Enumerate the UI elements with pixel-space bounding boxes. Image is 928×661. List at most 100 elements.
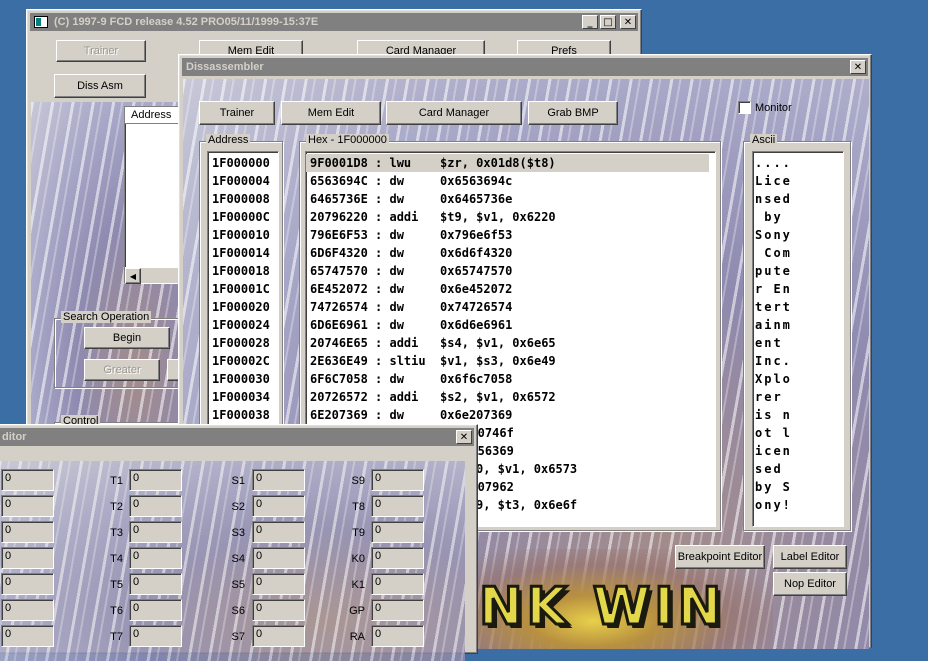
address-scrollbar[interactable]: ◀: [125, 267, 185, 284]
ascii-row[interactable]: Com: [753, 244, 843, 262]
hex-row[interactable]: 6563694C : dw 0x6563694c: [306, 172, 715, 190]
address-row[interactable]: 1F000034: [208, 388, 278, 406]
register-value-field[interactable]: 0: [1, 469, 54, 491]
disassembler-titlebar[interactable]: Dissassembler ✕: [182, 58, 868, 76]
register-value-field[interactable]: 0: [129, 469, 182, 491]
register-value-field[interactable]: 0: [1, 547, 54, 569]
hex-row[interactable]: 2E636E49 : sltiu $v1, $s3, 0x6e49: [306, 352, 715, 370]
ascii-row[interactable]: Sony: [753, 226, 843, 244]
register-value-field[interactable]: 0: [1, 573, 54, 595]
address-row[interactable]: 1F000010: [208, 226, 278, 244]
main-window-titlebar[interactable]: (C) 1997-9 FCD release 4.52 PRO05/11/199…: [30, 13, 638, 31]
scroll-left-button[interactable]: ◀: [125, 268, 141, 284]
minimize-button[interactable]: _: [582, 15, 598, 29]
address-row[interactable]: 1F00001C: [208, 280, 278, 298]
diss-asm-button[interactable]: Diss Asm: [54, 74, 146, 98]
dis-mem-edit-button[interactable]: Mem Edit: [281, 101, 381, 125]
address-row[interactable]: 1F000014: [208, 244, 278, 262]
ascii-row[interactable]: rer: [753, 388, 843, 406]
address-row[interactable]: 1F00002C: [208, 352, 278, 370]
register-value-field[interactable]: 0: [252, 547, 305, 569]
register-value-field[interactable]: 0: [129, 573, 182, 595]
ascii-row[interactable]: by S: [753, 478, 843, 496]
breakpoint-editor-button[interactable]: Breakpoint Editor: [675, 545, 765, 569]
register-value-field[interactable]: 0: [129, 625, 182, 647]
register-value-field[interactable]: 0: [252, 521, 305, 543]
hex-row[interactable]: 6D6F4320 : dw 0x6d6f4320: [306, 244, 715, 262]
ascii-row[interactable]: ainm: [753, 316, 843, 334]
close-button[interactable]: ✕: [620, 15, 636, 29]
register-value-field[interactable]: 0: [252, 625, 305, 647]
ascii-row[interactable]: nsed: [753, 190, 843, 208]
address-row[interactable]: 1F000020: [208, 298, 278, 316]
address-list[interactable]: Address ◀: [124, 106, 186, 284]
address-row[interactable]: 1F000028: [208, 334, 278, 352]
register-value-field[interactable]: 0: [1, 495, 54, 517]
monitor-checkbox[interactable]: Monitor: [738, 101, 792, 114]
address-row[interactable]: 1F000008: [208, 190, 278, 208]
address-row[interactable]: 1F00000C: [208, 208, 278, 226]
register-value-field[interactable]: 0: [129, 547, 182, 569]
hex-row[interactable]: 74726574 : dw 0x74726574: [306, 298, 715, 316]
dis-trainer-button[interactable]: Trainer: [199, 101, 275, 125]
ascii-row[interactable]: pute: [753, 262, 843, 280]
address-row[interactable]: 1F000038: [208, 406, 278, 424]
register-value-field[interactable]: 0: [252, 573, 305, 595]
address-row[interactable]: 1F000000: [208, 154, 278, 172]
address-row[interactable]: 1F000004: [208, 172, 278, 190]
hex-row[interactable]: 6D6E6961 : dw 0x6d6e6961: [306, 316, 715, 334]
ascii-row[interactable]: icen: [753, 442, 843, 460]
ascii-row[interactable]: Lice: [753, 172, 843, 190]
register-value-field[interactable]: 0: [371, 599, 424, 621]
hex-row[interactable]: 20796220 : addi $t9, $v1, 0x6220: [306, 208, 715, 226]
register-value-field[interactable]: 0: [371, 521, 424, 543]
register-value-field[interactable]: 0: [252, 469, 305, 491]
register-value-field[interactable]: 0: [371, 625, 424, 647]
register-value-field[interactable]: 0: [371, 495, 424, 517]
monitor-checkbox-box[interactable]: [738, 101, 751, 114]
trainer-button[interactable]: Trainer: [56, 40, 146, 62]
ascii-row[interactable]: r En: [753, 280, 843, 298]
ascii-row[interactable]: ent: [753, 334, 843, 352]
register-editor-close-button[interactable]: ✕: [456, 430, 472, 444]
register-value-field[interactable]: 0: [129, 521, 182, 543]
ascii-row[interactable]: ot l: [753, 424, 843, 442]
hex-row[interactable]: 6E207369 : dw 0x6e207369: [306, 406, 715, 424]
register-value-field[interactable]: 0: [129, 599, 182, 621]
register-value-field[interactable]: 0: [252, 495, 305, 517]
nop-editor-button[interactable]: Nop Editor: [773, 572, 847, 596]
ascii-row[interactable]: Xplo: [753, 370, 843, 388]
ascii-row[interactable]: ....: [753, 154, 843, 172]
disassembler-close-button[interactable]: ✕: [850, 60, 866, 74]
address-row[interactable]: 1F000030: [208, 370, 278, 388]
hex-row[interactable]: 20746E65 : addi $s4, $v1, 0x6e65: [306, 334, 715, 352]
greater-button[interactable]: Greater: [84, 359, 160, 381]
hex-row[interactable]: 65747570 : dw 0x65747570: [306, 262, 715, 280]
hex-row[interactable]: 6465736E : dw 0x6465736e: [306, 190, 715, 208]
ascii-listing[interactable]: .... Lice nsed by Sony Com pute r En tert ainm…: [752, 151, 844, 527]
register-value-field[interactable]: 0: [1, 625, 54, 647]
ascii-row[interactable]: tert: [753, 298, 843, 316]
ascii-row[interactable]: by: [753, 208, 843, 226]
register-value-field[interactable]: 0: [129, 495, 182, 517]
hex-row[interactable]: 6E452072 : dw 0x6e452072: [306, 280, 715, 298]
register-value-field[interactable]: 0: [1, 521, 54, 543]
ascii-row[interactable]: sed: [753, 460, 843, 478]
register-editor-titlebar[interactable]: ditor ✕: [0, 428, 474, 446]
hex-row[interactable]: 796E6F53 : dw 0x796e6f53: [306, 226, 715, 244]
register-value-field[interactable]: 0: [252, 599, 305, 621]
address-row[interactable]: 1F000024: [208, 316, 278, 334]
register-value-field[interactable]: 0: [1, 599, 54, 621]
hex-row-selected[interactable]: 9F0001D8 : lwu $zr, 0x01d8($t8): [306, 154, 709, 172]
ascii-row[interactable]: ony!: [753, 496, 843, 514]
register-value-field[interactable]: 0: [371, 573, 424, 595]
begin-button[interactable]: Begin: [84, 327, 170, 349]
ascii-row[interactable]: is n: [753, 406, 843, 424]
address-row[interactable]: 1F000018: [208, 262, 278, 280]
grab-bmp-button[interactable]: Grab BMP: [528, 101, 618, 125]
hex-row[interactable]: 6F6C7058 : dw 0x6f6c7058: [306, 370, 715, 388]
ascii-row[interactable]: Inc.: [753, 352, 843, 370]
maximize-button[interactable]: □: [600, 15, 616, 29]
label-editor-button[interactable]: Label Editor: [773, 545, 847, 569]
register-value-field[interactable]: 0: [371, 469, 424, 491]
